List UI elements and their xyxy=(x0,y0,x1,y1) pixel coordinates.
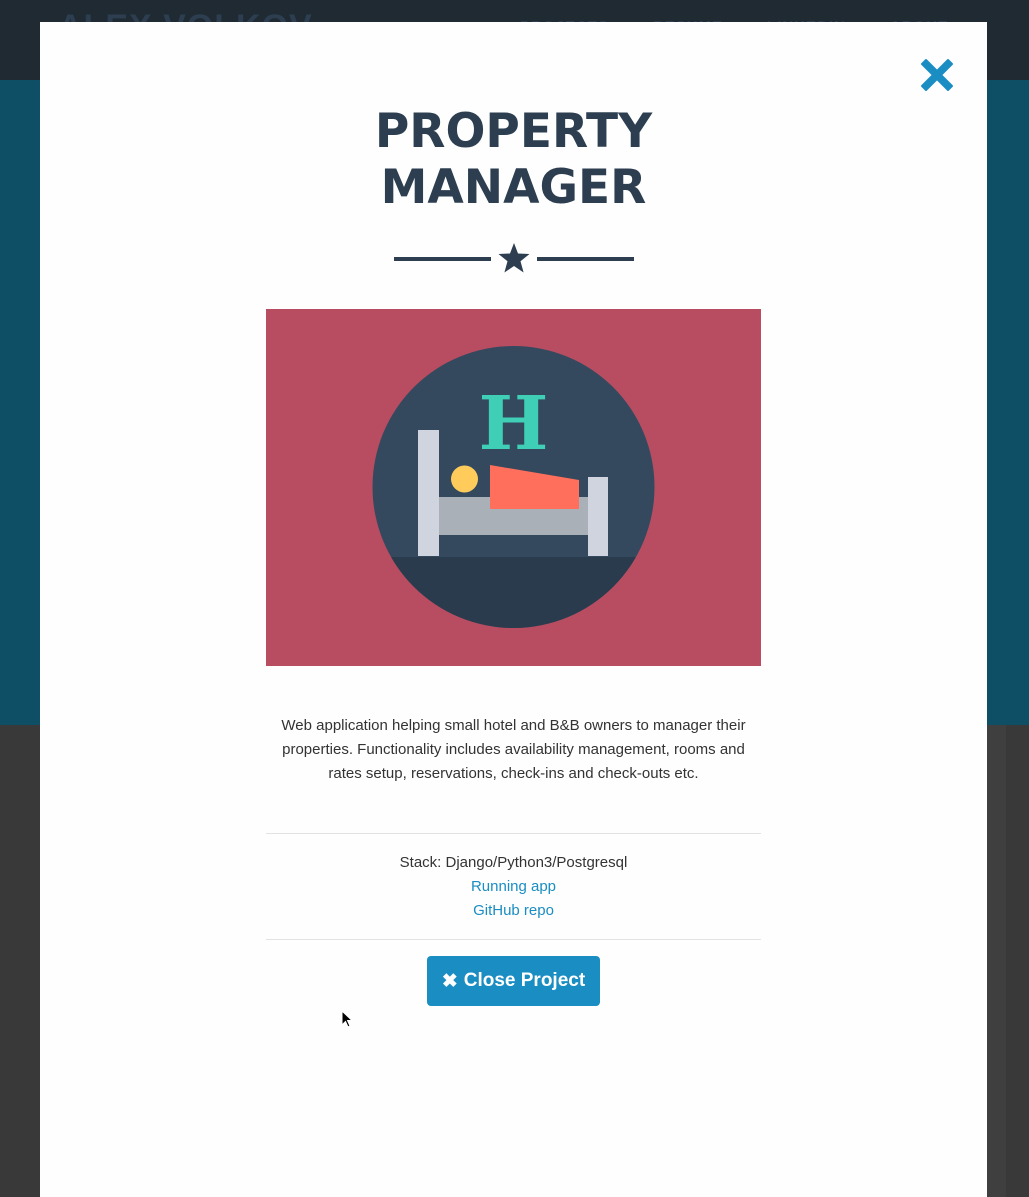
close-project-button[interactable]: ✖ Close Project xyxy=(427,956,600,1006)
star-divider xyxy=(394,242,634,274)
github-repo-link[interactable]: GitHub repo xyxy=(266,899,761,923)
project-stack: Stack: Django/Python3/Postgresql xyxy=(399,854,628,871)
star-icon xyxy=(497,242,531,274)
divider-rule xyxy=(266,833,761,834)
project-image: H xyxy=(266,309,761,666)
divider-line xyxy=(537,257,634,261)
hotel-bed-icon: H xyxy=(266,309,761,666)
running-app-link[interactable]: Running app xyxy=(266,875,761,899)
project-title: PROPERTY MANAGER xyxy=(40,104,987,216)
close-project-label: Close Project xyxy=(463,970,586,991)
hotel-letter: H xyxy=(479,381,549,467)
project-description: Web application helping small hotel and … xyxy=(281,717,746,782)
project-title-line: MANAGER xyxy=(380,160,647,215)
project-meta: Stack: Django/Python3/Postgresql Running… xyxy=(266,851,761,923)
mouse-cursor-icon xyxy=(341,1009,354,1028)
close-modal-icon[interactable] xyxy=(918,56,956,94)
project-title-line: PROPERTY xyxy=(374,104,653,159)
close-icon: ✖ xyxy=(441,970,458,992)
project-modal: PROPERTY MANAGER H Web application helpi… xyxy=(40,22,987,1197)
divider-rule xyxy=(266,939,761,940)
divider-line xyxy=(394,257,491,261)
